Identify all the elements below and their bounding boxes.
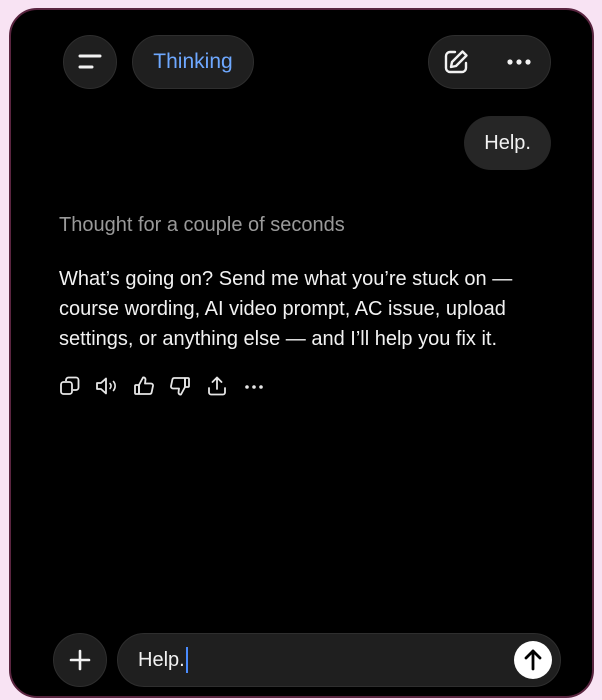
model-mode-selector[interactable]: Thinking [132, 35, 254, 89]
add-attachment-button[interactable] [53, 633, 107, 687]
copy-icon[interactable] [59, 375, 81, 397]
compose-icon[interactable] [441, 47, 471, 77]
header-actions [428, 35, 551, 89]
sidebar-menu-button[interactable] [63, 35, 117, 89]
send-button[interactable] [514, 641, 552, 679]
thought-duration-label[interactable]: Thought for a couple of seconds [59, 214, 345, 237]
user-message-bubble: Help. [464, 116, 551, 170]
arrow-up-icon [524, 649, 542, 671]
share-icon[interactable] [206, 375, 228, 397]
thumbs-down-icon[interactable] [169, 375, 191, 397]
assistant-reply: What’s going on? Send me what you’re stu… [59, 268, 513, 350]
plus-icon [69, 649, 91, 671]
thumbs-up-icon[interactable] [133, 375, 155, 397]
read-aloud-icon[interactable] [95, 375, 119, 397]
text-caret [185, 647, 188, 673]
user-message-text: Help. [484, 131, 531, 154]
sidebar-menu-icon [78, 54, 102, 69]
message-input-field[interactable]: Help. [117, 633, 561, 687]
model-mode-label: Thinking [153, 50, 233, 73]
more-horizontal-icon[interactable] [504, 47, 534, 77]
message-input-value: Help. [138, 648, 185, 671]
message-input-text-area[interactable]: Help. [138, 634, 188, 686]
chat-window: Thinking Help. Thought for a couple of s… [9, 8, 594, 698]
more-horizontal-icon[interactable] [243, 375, 265, 397]
